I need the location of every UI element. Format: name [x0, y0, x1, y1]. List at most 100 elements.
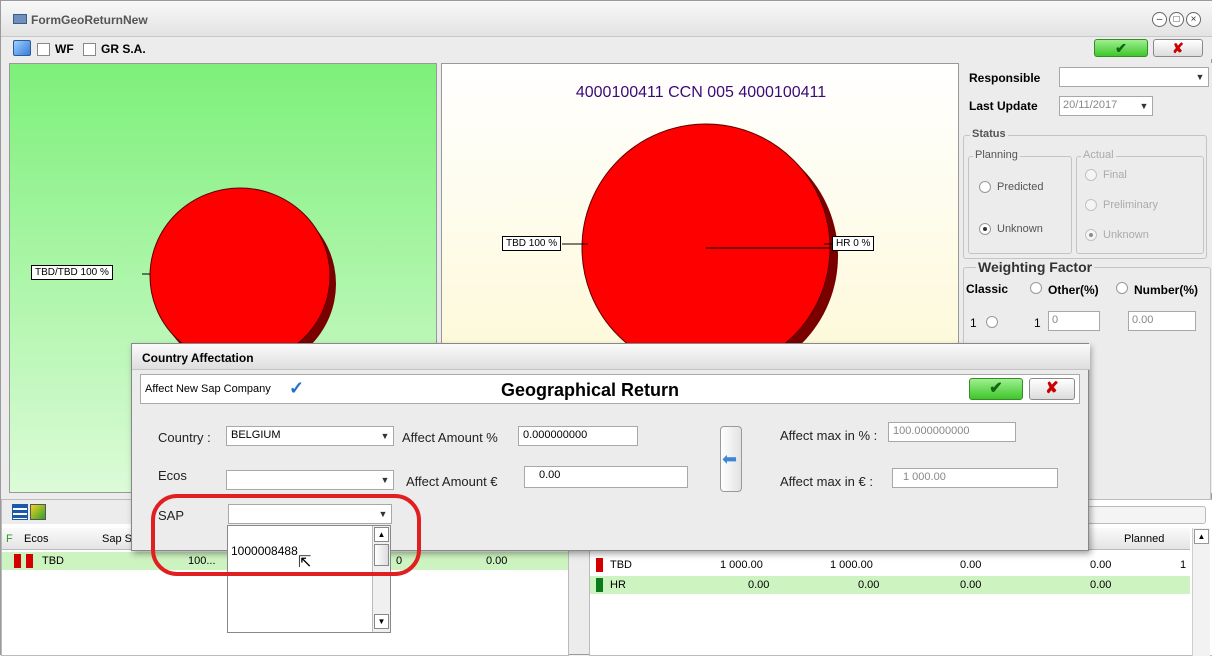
maximize-icon[interactable]: □ — [1169, 12, 1184, 27]
predicted-radio[interactable] — [979, 181, 991, 193]
other-value: 1 — [1034, 316, 1041, 330]
row-c1: 1 000.00 — [720, 559, 763, 571]
preliminary-label: Preliminary — [1103, 199, 1159, 211]
grsa-checkbox[interactable] — [83, 43, 96, 56]
max-eur-label: Affect max in € : — [780, 474, 873, 489]
actual-group: Actual Final Preliminary Unknown — [1076, 149, 1204, 254]
grsa-label: GR S.A. — [101, 42, 146, 56]
cancel-button[interactable]: ✘ — [1153, 39, 1203, 57]
weighting-title: Weighting Factor — [976, 259, 1095, 275]
checkmark-icon[interactable]: ✓ — [289, 378, 304, 399]
row-status-red-2 — [26, 554, 33, 568]
preliminary-radio[interactable] — [1085, 199, 1097, 211]
table-row[interactable]: TBD 1 000.00 1 000.00 0.00 0.00 1 — [590, 556, 1190, 574]
tool-icon[interactable] — [13, 40, 31, 56]
number-input-value: 0.00 — [1132, 314, 1154, 326]
final-radio[interactable] — [1085, 169, 1097, 181]
report-icon[interactable] — [30, 504, 46, 520]
classic-row-radio[interactable] — [986, 316, 998, 328]
left-pie-slice-tbd — [149, 187, 331, 365]
affect-pct-label: Affect Amount % — [402, 430, 498, 445]
wf-label: WF — [55, 42, 74, 56]
row-c1: 0.00 — [748, 579, 770, 591]
country-label: Country : — [158, 430, 211, 445]
dialog-cancel-button[interactable]: ✘ — [1029, 378, 1075, 400]
arrow-left-icon: ⬅ — [722, 449, 738, 469]
last-update-label: Last Update — [969, 99, 1038, 113]
other-input-value: 0 — [1052, 314, 1059, 326]
row-c4: 0.00 — [1090, 579, 1112, 591]
col-ecos: Ecos — [24, 533, 49, 545]
affect-eur-input[interactable]: 0.00 — [524, 466, 688, 488]
row-status-red — [14, 554, 21, 568]
classic-label: Classic — [966, 282, 1009, 296]
last-update-field[interactable]: 20/11/2017 ▼ — [1059, 96, 1153, 116]
window-title: FormGeoReturnNew — [31, 13, 148, 27]
app-icon — [13, 14, 27, 24]
scroll-down-icon[interactable]: ▼ — [374, 614, 389, 629]
minimize-icon[interactable]: – — [1152, 12, 1167, 27]
last-update-value: 20/11/2017 — [1063, 99, 1118, 111]
row-name: HR — [610, 579, 626, 591]
affect-eur-label: Affect Amount € — [406, 474, 498, 489]
country-select[interactable]: BELGIUM ▼ — [226, 426, 394, 446]
table-row[interactable]: HR 0.00 0.00 0.00 0.00 — [590, 576, 1190, 594]
transfer-button[interactable]: ⬅ — [720, 426, 742, 492]
row-name: TBD — [610, 559, 632, 571]
status-title: Status — [970, 128, 1008, 140]
affect-new-label[interactable]: Affect New Sap Company — [145, 383, 271, 395]
col-planned: Planned — [1124, 533, 1165, 545]
row-c3: 0.00 — [960, 559, 982, 571]
left-pie-label: TBD/TBD 100 % — [31, 265, 113, 280]
validate-button[interactable]: ✔ — [1094, 39, 1148, 57]
predicted-label: Predicted — [997, 181, 1044, 193]
dialog-title: Country Affectation — [142, 351, 254, 365]
chevron-down-icon[interactable]: ▼ — [377, 427, 393, 445]
scroll-up-icon[interactable]: ▲ — [1194, 529, 1209, 544]
row-amount: 0.00 — [486, 555, 508, 567]
unknown-radio[interactable] — [979, 223, 991, 235]
dialog-header: Geographical Return — [501, 380, 680, 400]
wf-checkbox[interactable] — [37, 43, 50, 56]
affect-pct-input[interactable]: 0.000000000 — [518, 426, 638, 446]
responsible-label: Responsible — [969, 71, 1041, 85]
list-icon[interactable] — [12, 504, 28, 520]
row-status-green — [596, 578, 603, 592]
final-label: Final — [1103, 169, 1127, 181]
row-c5: 1 — [1180, 559, 1187, 571]
max-eur-value: 1 000.00 — [903, 471, 946, 483]
chevron-down-icon[interactable]: ▼ — [377, 471, 393, 489]
max-pct-field: 100.000000000 — [888, 422, 1016, 442]
chevron-down-icon[interactable]: ▼ — [1136, 97, 1152, 115]
row-c4: 0.00 — [1090, 559, 1112, 571]
responsible-select[interactable]: ▼ — [1059, 67, 1209, 87]
other-input[interactable]: 0 — [1048, 311, 1100, 331]
affect-pct-value: 0.000000000 — [523, 429, 588, 441]
ecos-select[interactable]: ▼ — [226, 470, 394, 490]
right-grid-scrollbar[interactable]: ▲ — [1192, 528, 1210, 656]
col-f: F — [6, 533, 13, 545]
actual-title: Actual — [1081, 149, 1116, 161]
main-window: FormGeoReturnNew – □ × WF GR S.A. ✔ ✘ TB… — [0, 0, 1212, 656]
dialog-validate-button[interactable]: ✔ — [969, 378, 1023, 400]
number-radio[interactable] — [1116, 282, 1128, 294]
number-input[interactable]: 0.00 — [1128, 311, 1196, 331]
unknown-label: Unknown — [997, 223, 1043, 235]
max-pct-label: Affect max in % : — [780, 428, 878, 443]
max-pct-value: 100.000000000 — [893, 425, 970, 437]
other-radio[interactable] — [1030, 282, 1042, 294]
classic-value: 1 — [970, 316, 977, 330]
col-sap: Sap S — [102, 533, 132, 545]
toolbar: WF GR S.A. ✔ ✘ — [1, 37, 1212, 59]
row-status-red — [596, 558, 603, 572]
actual-unknown-radio[interactable] — [1085, 229, 1097, 241]
max-eur-field: 1 000.00 — [892, 468, 1058, 488]
row-c2: 1 000.00 — [830, 559, 873, 571]
close-icon[interactable]: × — [1186, 12, 1201, 27]
chevron-down-icon[interactable]: ▼ — [1192, 68, 1208, 86]
highlight-annotation — [151, 494, 421, 576]
status-group: Status Planning Predicted Unknown Actual… — [963, 128, 1207, 259]
title-bar: FormGeoReturnNew – □ × — [1, 1, 1212, 37]
main-pie-label-right: HR 0 % — [832, 236, 875, 251]
main-pie-label-left: TBD 100 % — [502, 236, 562, 251]
